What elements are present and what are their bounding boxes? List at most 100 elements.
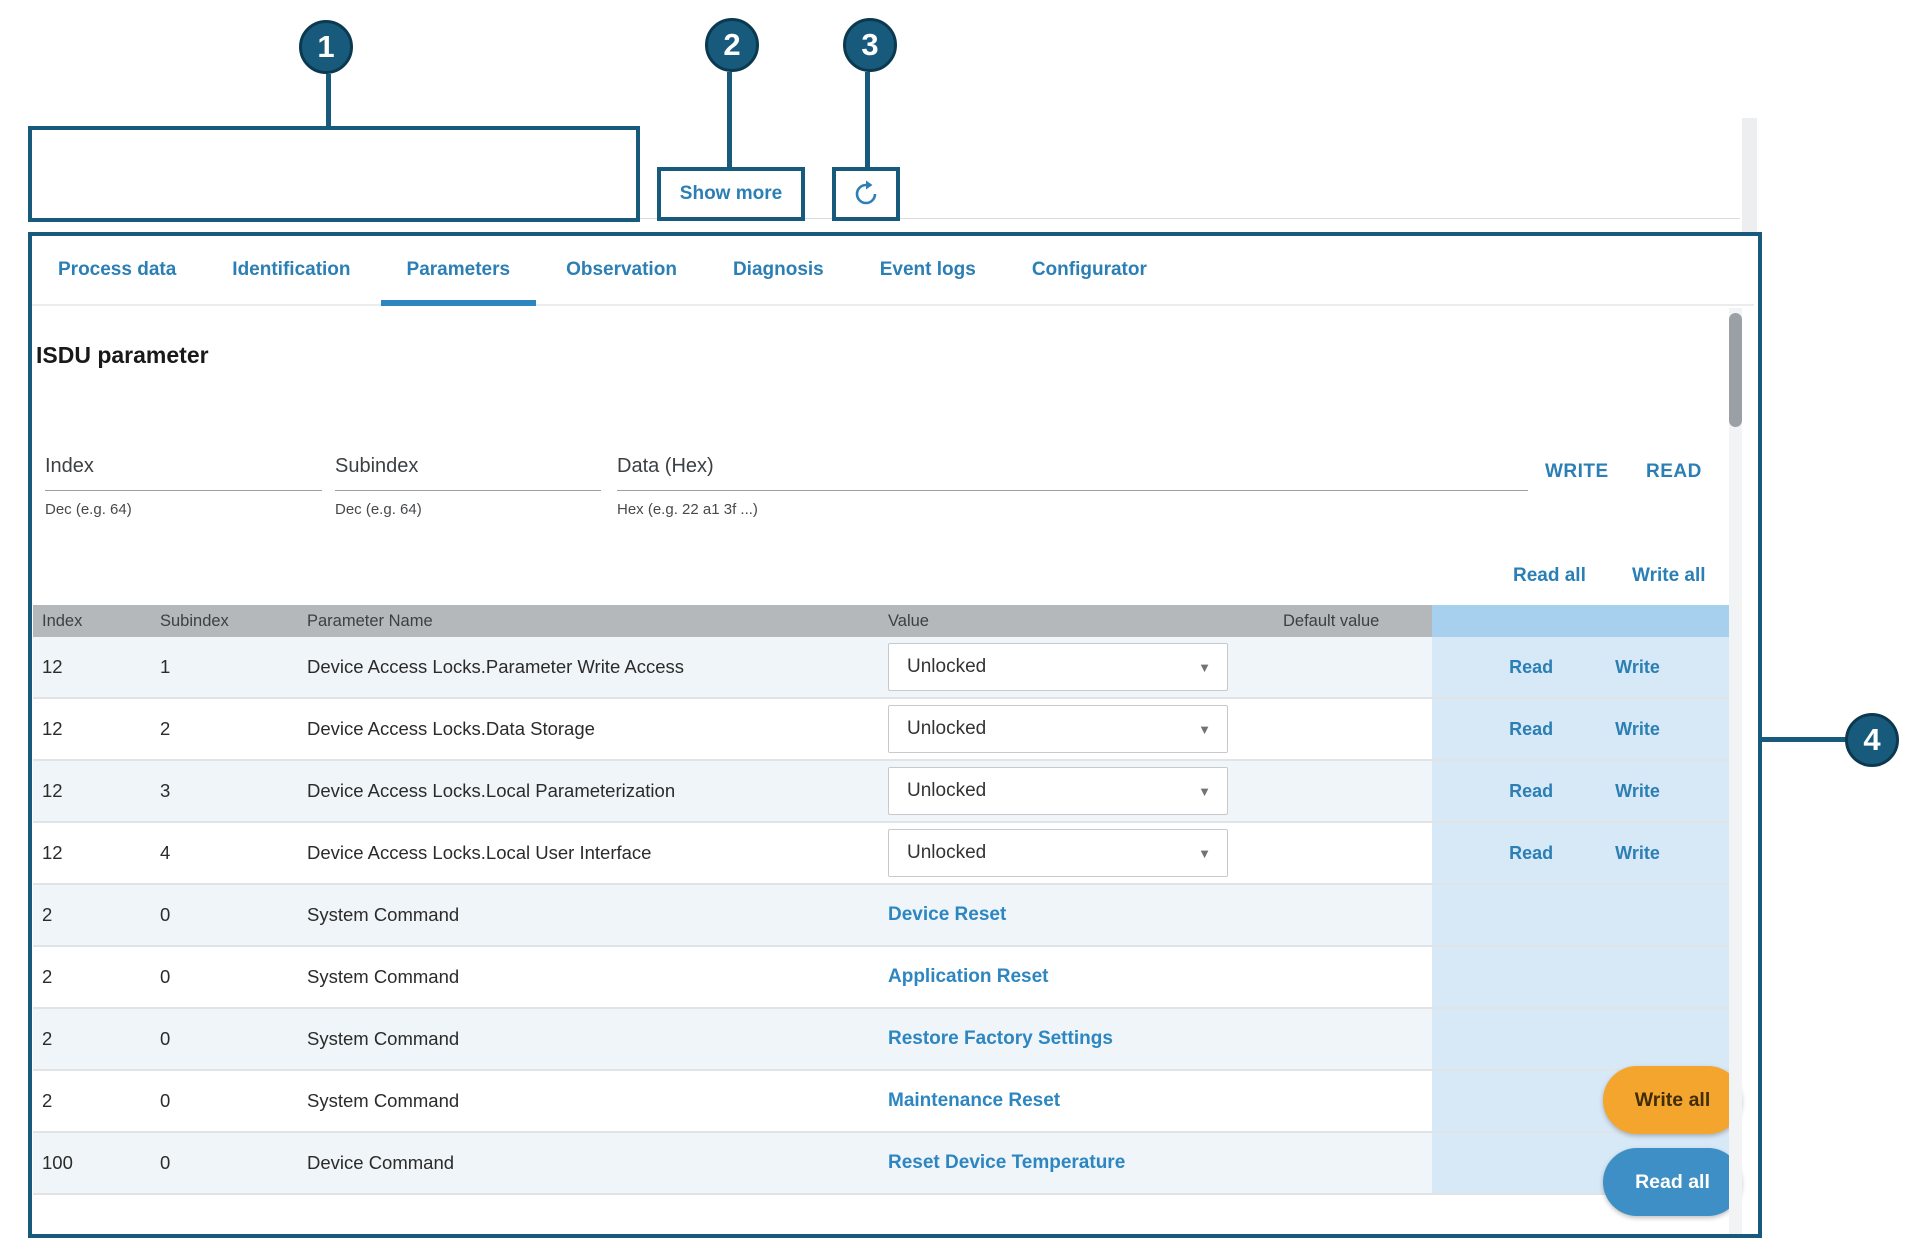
cell-actions	[1432, 1009, 1737, 1069]
cell-subindex: 0	[151, 1133, 300, 1193]
panel-scrollbar-thumb[interactable]	[1729, 313, 1742, 427]
cell-subindex: 0	[151, 1071, 300, 1131]
callout-line-2	[727, 72, 732, 167]
write-row-link[interactable]: Write	[1615, 781, 1660, 802]
subindex-field-helper: Dec (e.g. 64)	[335, 501, 422, 518]
cell-parameter-name: System Command	[300, 1009, 882, 1069]
read-row-link[interactable]: Read	[1509, 657, 1553, 678]
cell-default-value	[1277, 761, 1432, 821]
command-link[interactable]: Maintenance Reset	[888, 1090, 1060, 1112]
read-all-floating-button[interactable]: Read all	[1603, 1148, 1742, 1216]
value-dropdown[interactable]: Unlocked ▼	[888, 643, 1228, 691]
cell-default-value	[1277, 1009, 1432, 1069]
data-hex-field-helper: Hex (e.g. 22 a1 3f ...)	[617, 501, 758, 518]
chevron-down-icon: ▼	[1198, 846, 1211, 861]
data-hex-field[interactable]: Data (Hex) Hex (e.g. 22 a1 3f ...)	[617, 455, 1528, 525]
command-link[interactable]: Application Reset	[888, 966, 1048, 988]
cell-actions: Read Write	[1432, 761, 1737, 821]
cell-index: 12	[33, 823, 151, 883]
cell-default-value	[1277, 1071, 1432, 1131]
write-all-floating-button[interactable]: Write all	[1603, 1066, 1742, 1134]
chevron-down-icon: ▼	[1198, 660, 1211, 675]
cell-actions	[1432, 947, 1737, 1007]
table-row: 124Device Access Locks.Local User Interf…	[33, 823, 1737, 885]
cell-index: 2	[33, 1009, 151, 1069]
table-header-row: IndexSubindexParameter NameValueDefault …	[33, 605, 1737, 637]
table-row: 1000Device CommandReset Device Temperatu…	[33, 1133, 1737, 1195]
cell-subindex: 0	[151, 947, 300, 1007]
read-row-link[interactable]: Read	[1509, 781, 1553, 802]
cell-index: 2	[33, 947, 151, 1007]
data-hex-field-label: Data (Hex)	[617, 455, 714, 478]
write-row-link[interactable]: Write	[1615, 719, 1660, 740]
value-dropdown-label: Unlocked	[907, 780, 986, 802]
write-row-link[interactable]: Write	[1615, 843, 1660, 864]
cell-index: 2	[33, 885, 151, 945]
cell-index: 12	[33, 761, 151, 821]
show-more-button[interactable]: Show more	[661, 171, 801, 217]
cell-value: Device Reset	[882, 885, 1277, 945]
tab-parameters[interactable]: Parameters	[407, 236, 511, 304]
subindex-field-underline	[335, 490, 601, 491]
command-link[interactable]: Device Reset	[888, 904, 1006, 926]
subindex-field[interactable]: Subindex Dec (e.g. 64)	[335, 455, 601, 525]
panel-scrollbar-track[interactable]	[1729, 308, 1742, 1234]
cell-value: Maintenance Reset	[882, 1071, 1277, 1131]
value-dropdown[interactable]: Unlocked ▼	[888, 767, 1228, 815]
callout-circle-4: 4	[1845, 713, 1899, 767]
column-header-value: Value	[882, 605, 1277, 637]
table-body: 121Device Access Locks.Parameter Write A…	[33, 637, 1737, 1195]
read-button[interactable]: READ	[1646, 461, 1702, 483]
cell-parameter-name: Device Access Locks.Parameter Write Acce…	[300, 637, 882, 697]
tab-process-data[interactable]: Process data	[58, 236, 176, 304]
table-row: 122Device Access Locks.Data StorageUnloc…	[33, 699, 1737, 761]
isdu-parameter-heading: ISDU parameter	[36, 342, 209, 369]
read-row-link[interactable]: Read	[1509, 843, 1553, 864]
callout-line-4	[1762, 737, 1846, 742]
tab-event-logs[interactable]: Event logs	[880, 236, 976, 304]
cell-parameter-name: Device Access Locks.Data Storage	[300, 699, 882, 759]
tab-configurator[interactable]: Configurator	[1032, 236, 1147, 304]
value-dropdown-label: Unlocked	[907, 718, 986, 740]
read-all-link[interactable]: Read all	[1513, 565, 1586, 587]
column-header-actions	[1432, 605, 1737, 637]
cell-parameter-name: System Command	[300, 1071, 882, 1131]
table-row: 20System CommandRestore Factory Settings	[33, 1009, 1737, 1071]
cell-actions	[1432, 885, 1737, 945]
index-field[interactable]: Index Dec (e.g. 64)	[45, 455, 322, 525]
cell-subindex: 2	[151, 699, 300, 759]
command-link[interactable]: Reset Device Temperature	[888, 1152, 1125, 1174]
data-hex-field-underline	[617, 490, 1528, 491]
callout-circle-2: 2	[705, 18, 759, 72]
table-row: 20System CommandDevice Reset	[33, 885, 1737, 947]
read-row-link[interactable]: Read	[1509, 719, 1553, 740]
chevron-down-icon: ▼	[1198, 784, 1211, 799]
tab-observation[interactable]: Observation	[566, 236, 677, 304]
cell-parameter-name: Device Access Locks.Local User Interface	[300, 823, 882, 883]
column-header-index: Index	[33, 605, 151, 637]
value-dropdown[interactable]: Unlocked▼	[888, 705, 1228, 753]
table-row: 20System Command Maintenance Reset	[33, 1071, 1737, 1133]
write-row-link[interactable]: Write	[1615, 657, 1660, 678]
cell-parameter-name: System Command	[300, 947, 882, 1007]
cell-value: Unlocked ▼	[882, 637, 1277, 697]
index-field-helper: Dec (e.g. 64)	[45, 501, 132, 518]
refresh-button[interactable]	[836, 171, 896, 217]
value-dropdown-label: Unlocked	[907, 656, 986, 678]
value-dropdown[interactable]: Unlocked ▼	[888, 829, 1228, 877]
cell-parameter-name: Device Command	[300, 1133, 882, 1193]
tab-bar: Process data Identification Parameters Obse…	[32, 236, 1754, 306]
write-all-link[interactable]: Write all	[1632, 565, 1706, 587]
tab-diagnosis[interactable]: Diagnosis	[733, 236, 824, 304]
callout-line-1	[326, 74, 331, 126]
cell-value: Unlocked ▼	[882, 761, 1277, 821]
subindex-field-label: Subindex	[335, 455, 418, 478]
write-button[interactable]: WRITE	[1545, 461, 1609, 483]
tab-identification[interactable]: Identification	[232, 236, 350, 304]
table-row: 123Device Access Locks.Local Parameteriz…	[33, 761, 1737, 823]
command-link[interactable]: Restore Factory Settings	[888, 1028, 1113, 1050]
cell-value: Reset Device Temperature	[882, 1133, 1277, 1193]
value-dropdown-label: Unlocked	[907, 842, 986, 864]
page-scrollbar[interactable]	[1742, 118, 1757, 232]
cell-index: 2	[33, 1071, 151, 1131]
